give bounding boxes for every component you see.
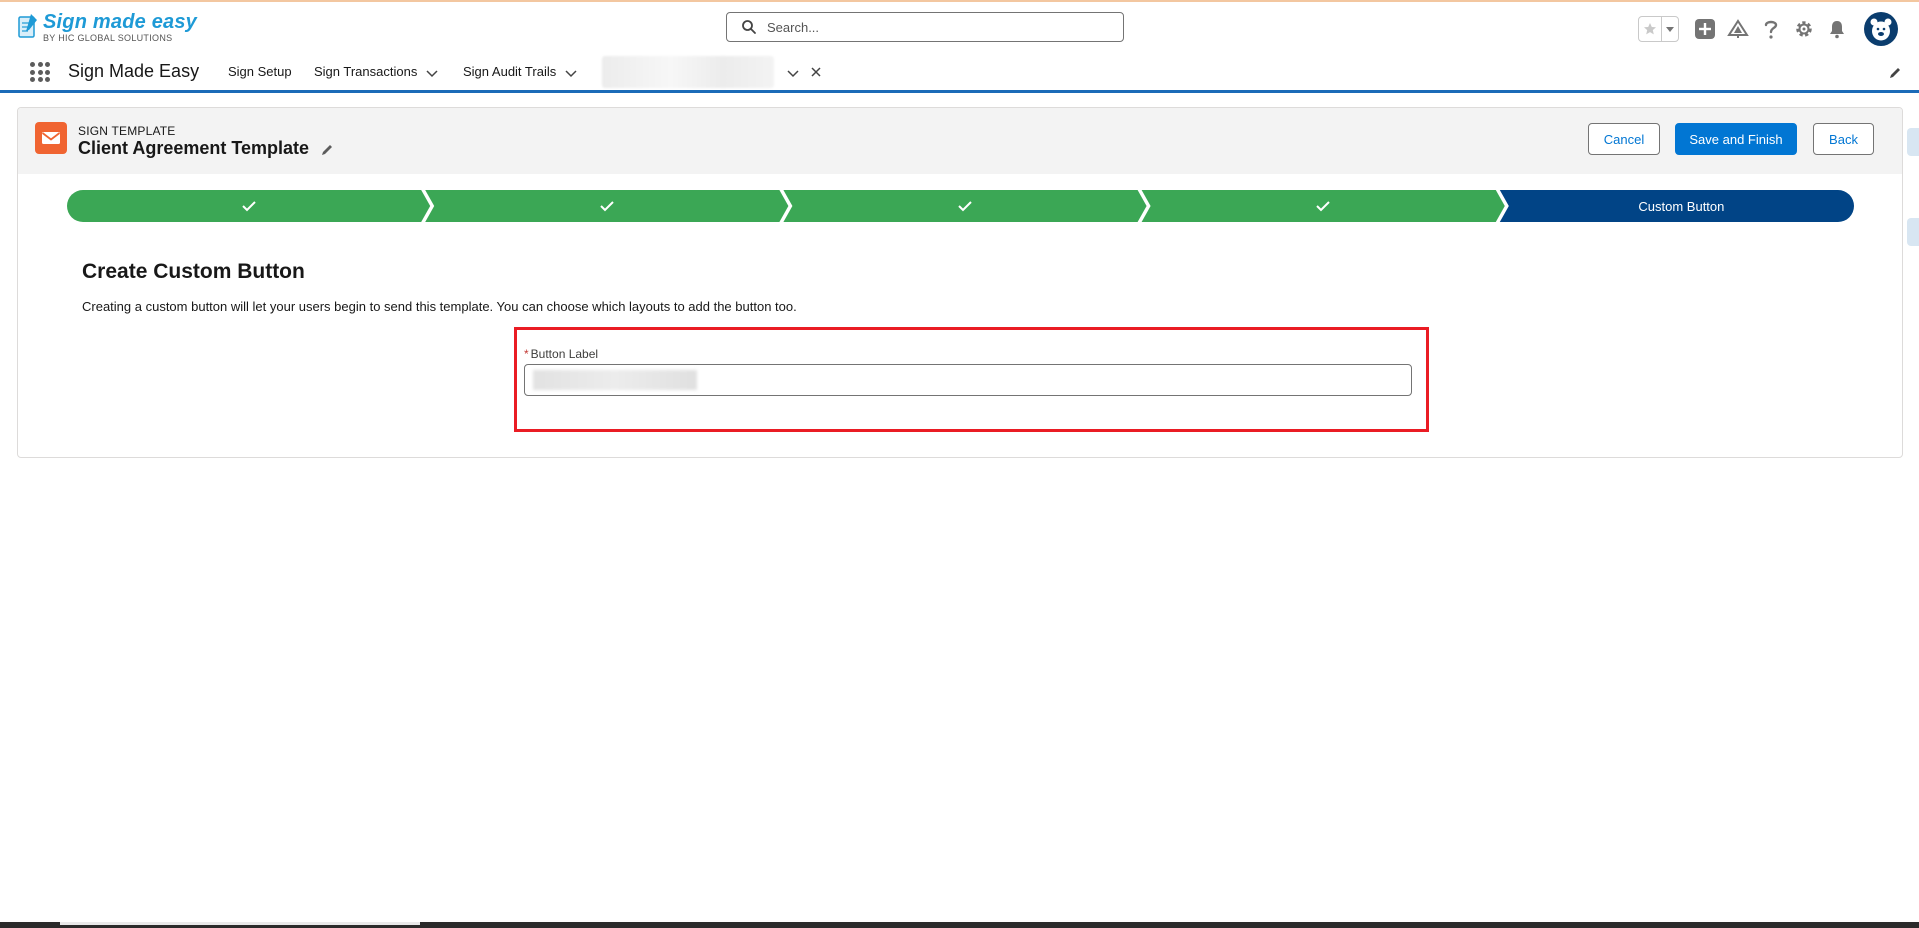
search-input[interactable]: [765, 18, 1109, 36]
close-icon[interactable]: [810, 65, 822, 83]
checkmark-icon: [1314, 197, 1332, 215]
button-label-field-label: * Button Label: [524, 347, 598, 361]
button-label-input[interactable]: [524, 364, 1412, 396]
sign-template-card: SIGN TEMPLATE Client Agreement Template …: [17, 107, 1903, 458]
save-and-finish-button[interactable]: Save and Finish: [1675, 123, 1797, 155]
app-name: Sign Made Easy: [68, 61, 200, 81]
help-icon[interactable]: [1759, 17, 1783, 41]
section-title: Create Custom Button: [82, 260, 305, 283]
nav-item-sign-audit-trails[interactable]: Sign Audit Trails: [463, 64, 578, 79]
section-description: Creating a custom button will let your u…: [82, 299, 797, 314]
taskbar-strip: [0, 922, 1919, 928]
button-label-text: Button Label: [530, 347, 599, 361]
logo-document-icon: [17, 12, 39, 40]
button-label-field: * Button Label: [514, 326, 1412, 436]
user-avatar[interactable]: [1864, 12, 1898, 46]
global-actions-plus-icon[interactable]: [1693, 17, 1717, 41]
global-header: Sign made easy BY HIC GLOBAL SOLUTIONS: [0, 2, 1919, 52]
record-type-label: SIGN TEMPLATE: [78, 124, 176, 138]
input-value-redacted: [533, 370, 697, 390]
nav-item-label: Sign Setup: [228, 64, 292, 79]
global-search[interactable]: [726, 12, 1124, 42]
checkmark-icon: [956, 197, 974, 215]
nav-item-label: Sign Audit Trails: [463, 64, 557, 79]
notifications-bell-icon[interactable]: [1825, 17, 1849, 41]
path-step-current[interactable]: Custom Button: [1509, 190, 1854, 222]
chevron-down-icon[interactable]: [786, 66, 800, 84]
logo-subtitle: BY HIC GLOBAL SOLUTIONS: [43, 33, 173, 43]
edit-nav-pencil-icon[interactable]: [1888, 66, 1902, 85]
side-panel-tab[interactable]: [1907, 218, 1919, 246]
favorites-star-icon[interactable]: [1639, 17, 1662, 41]
back-button[interactable]: Back: [1813, 123, 1874, 155]
chevron-down-icon[interactable]: [564, 67, 578, 77]
checkmark-icon: [240, 197, 258, 215]
edit-title-pencil-icon[interactable]: [320, 143, 334, 162]
logo[interactable]: Sign made easy BY HIC GLOBAL SOLUTIONS: [17, 12, 197, 46]
logo-title: Sign made easy: [43, 11, 197, 33]
side-panel-tab[interactable]: [1907, 128, 1919, 156]
email-envelope-icon: [35, 122, 67, 154]
nav-item-sign-setup[interactable]: Sign Setup: [228, 64, 292, 79]
chevron-down-icon[interactable]: [425, 67, 439, 77]
favorites-dropdown-icon[interactable]: [1662, 17, 1678, 41]
favorites-group: [1638, 16, 1679, 42]
app-navigation-bar: Sign Made Easy Sign Setup Sign Transacti…: [0, 52, 1919, 93]
checkmark-icon: [598, 197, 616, 215]
setup-gear-icon[interactable]: [1792, 17, 1816, 41]
cancel-button[interactable]: Cancel: [1588, 123, 1660, 155]
search-icon: [741, 19, 757, 35]
trailhead-icon[interactable]: [1726, 17, 1750, 41]
progress-path: Custom Button: [67, 190, 1854, 222]
nav-tab-active-redacted[interactable]: [602, 56, 774, 88]
nav-item-label: Sign Transactions: [314, 64, 418, 79]
required-marker: *: [524, 347, 529, 361]
header-utility-icons: [1638, 12, 1898, 46]
record-header: SIGN TEMPLATE Client Agreement Template …: [18, 108, 1902, 174]
nav-item-sign-transactions[interactable]: Sign Transactions: [314, 64, 439, 79]
app-launcher-icon[interactable]: [30, 62, 50, 82]
record-title: Client Agreement Template: [78, 138, 310, 158]
